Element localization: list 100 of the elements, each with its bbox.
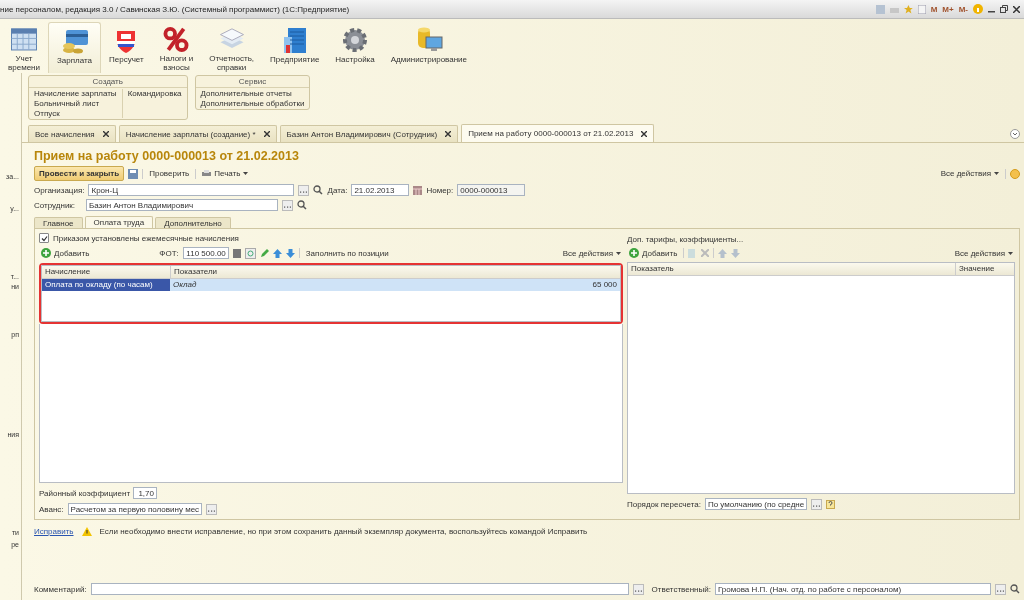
- warning-icon: [81, 527, 92, 536]
- field-label: Районный коэффициент: [39, 488, 129, 498]
- calendar-icon[interactable]: [413, 185, 423, 195]
- print-button[interactable]: Печать: [200, 169, 251, 178]
- caret-icon: [243, 172, 249, 175]
- close-icon[interactable]: [102, 131, 109, 137]
- refresh-icon[interactable]: [244, 247, 256, 259]
- responsible-field[interactable]: Громова Н.П. (Нач. отд. по работе с персоналом): [714, 583, 991, 595]
- restore-icon[interactable]: [1000, 5, 1008, 13]
- dots-icon: [284, 205, 291, 208]
- tab-label: Все начисления: [35, 129, 95, 139]
- up-arrow-icon[interactable]: [272, 248, 282, 258]
- post-close-button[interactable]: Провести и закрыть: [34, 166, 125, 181]
- up-arrow-icon[interactable]: [718, 248, 728, 258]
- form-title: Прием на работу 0000-000013 от 21.02.2013: [34, 149, 300, 163]
- add-button[interactable]: Добавить: [39, 248, 92, 258]
- search-icon[interactable]: [313, 185, 324, 195]
- section-button[interactable]: Учет времени: [0, 22, 48, 73]
- fot-field[interactable]: 110 500.00: [182, 247, 229, 259]
- memory-button[interactable]: M-: [958, 4, 968, 14]
- close-icon[interactable]: [641, 130, 648, 137]
- fill-button[interactable]: Заполнить по позиции: [303, 248, 391, 258]
- save-icon[interactable]: [128, 168, 139, 179]
- checkbox[interactable]: [39, 233, 49, 243]
- form-tab[interactable]: Оплата труда: [84, 216, 154, 228]
- section-title: Доп. тарифы, коэффициенты...: [627, 235, 745, 244]
- select-button[interactable]: [206, 503, 218, 515]
- memory-button[interactable]: M: [930, 4, 938, 14]
- close-icon[interactable]: [1013, 5, 1020, 13]
- column-header: Показатели: [173, 266, 219, 278]
- window-tab[interactable]: Начисление зарплаты (создание) *: [118, 125, 277, 142]
- group-title: Сервис: [195, 76, 310, 88]
- delete-icon[interactable]: [701, 249, 710, 257]
- section-button[interactable]: Налоги и взносы: [151, 22, 202, 73]
- star-icon[interactable]: [903, 4, 913, 14]
- search-icon[interactable]: [1010, 584, 1020, 594]
- recalc-field[interactable]: По умолчанию (по средне: [704, 498, 808, 510]
- window-tab[interactable]: Все начисления: [28, 125, 116, 142]
- add-button[interactable]: Добавить: [627, 248, 680, 258]
- all-actions-button[interactable]: Все действия: [952, 248, 1015, 258]
- tab-label: Базин Антон Владимирович (Сотрудник): [286, 129, 438, 139]
- window-tab[interactable]: Прием на работу 0000-000013 от 21.02.2013: [461, 124, 655, 142]
- comment-field[interactable]: [90, 583, 629, 595]
- command-link[interactable]: Дополнительные обработки: [200, 99, 305, 108]
- dots-icon: [208, 509, 216, 512]
- field-label: ФОТ:: [159, 248, 179, 258]
- section-button[interactable]: Зарплата: [48, 22, 101, 73]
- checkbox-label: Приказом установлены ежемесячные начисления: [53, 233, 239, 243]
- field-label: Порядок пересчета:: [627, 499, 701, 509]
- document-icon[interactable]: [917, 4, 926, 14]
- command-link[interactable]: Командировка: [127, 89, 182, 98]
- section-button[interactable]: Отчетность, справки: [201, 22, 263, 73]
- field-label: Номер:: [426, 185, 454, 195]
- organization-field[interactable]: Крон-Ц: [88, 184, 295, 196]
- tab-label: Прием на работу 0000-000013 от 21.02.2013: [468, 129, 634, 138]
- pencil-icon[interactable]: [259, 248, 269, 258]
- column-header: Начисление: [42, 266, 171, 278]
- help-button[interactable]: [826, 499, 836, 509]
- memory-button[interactable]: M+: [942, 4, 954, 14]
- number-field[interactable]: 0000-000013: [457, 184, 526, 196]
- employee-field[interactable]: Базин Антон Владимирович: [86, 199, 278, 211]
- search-icon[interactable]: [297, 200, 307, 210]
- tab-label: Начисление зарплаты (создание) *: [125, 129, 256, 139]
- fix-link[interactable]: Исправить: [34, 527, 74, 536]
- coefficient-field[interactable]: 1,70: [133, 487, 157, 499]
- section-button[interactable]: Настройка: [327, 22, 383, 73]
- chevron-icon[interactable]: [1010, 128, 1020, 139]
- form-tab[interactable]: Главное: [34, 217, 83, 228]
- all-actions-button[interactable]: Все действия: [560, 248, 623, 258]
- add-icon: [629, 248, 639, 258]
- select-button[interactable]: [811, 498, 823, 510]
- down-arrow-icon[interactable]: [731, 248, 741, 258]
- field-label: Организация:: [34, 185, 85, 195]
- column-header: Показатель: [628, 263, 956, 275]
- advance-field[interactable]: Расчетом за первую половину мес: [67, 503, 203, 515]
- table-cell-text: 65 000: [591, 279, 618, 291]
- command-link[interactable]: Начисление зарплаты: [34, 89, 117, 98]
- command-link[interactable]: Отпуск: [34, 109, 117, 118]
- section-button[interactable]: Администрирование: [382, 22, 476, 73]
- close-icon[interactable]: [263, 131, 270, 137]
- command-link[interactable]: Больничный лист: [34, 99, 117, 108]
- window-tab[interactable]: Базин Антон Владимирович (Сотрудник): [279, 125, 459, 142]
- down-arrow-icon[interactable]: [285, 248, 295, 258]
- save-icon[interactable]: [875, 4, 885, 14]
- section-button[interactable]: Предприятие: [262, 22, 328, 73]
- check-button[interactable]: Проверить: [147, 169, 192, 178]
- field-label: Аванс:: [39, 504, 64, 514]
- column-header: Значение: [958, 263, 996, 275]
- window-title: ние персоналом, редакция 3.0 / Савинская З.Ю. (Системный программист) (1С:Предприятие): [0, 4, 350, 14]
- section-button[interactable]: Персучет: [101, 22, 152, 73]
- date-field[interactable]: 21.02.2013: [351, 184, 410, 196]
- warning-message: Если необходимо внести исправление, но при этом сохранить данный экземпляр документа, воспользуйтесь командой Исправить: [99, 527, 588, 536]
- close-icon[interactable]: [445, 131, 452, 137]
- info-icon[interactable]: [973, 4, 983, 14]
- form-tab[interactable]: Дополнительно: [155, 217, 231, 228]
- command-link[interactable]: Дополнительные отчеты: [200, 89, 305, 98]
- all-actions-button[interactable]: Все действия: [938, 169, 1001, 178]
- caret-icon: [616, 251, 621, 255]
- field-label: Сотрудник:: [34, 200, 77, 210]
- select-button[interactable]: [632, 583, 644, 595]
